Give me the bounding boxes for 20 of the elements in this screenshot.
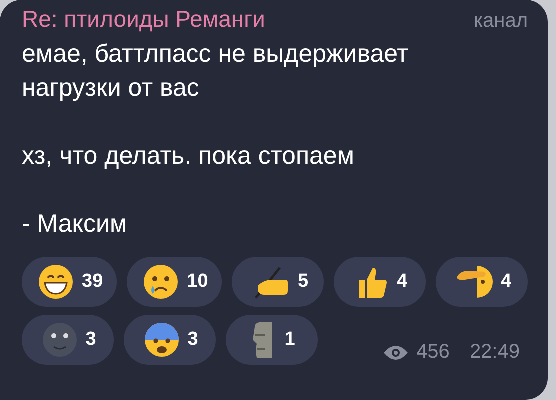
view-count: 456	[416, 341, 450, 364]
reaction-button[interactable]: 10	[127, 257, 222, 307]
reaction-button[interactable]: 4	[334, 257, 426, 307]
message-text: - Максим	[22, 209, 128, 240]
reaction-button[interactable]: 1	[226, 315, 318, 365]
eye-icon	[382, 344, 409, 360]
reaction-button[interactable]: 4	[436, 257, 528, 307]
reaction-button[interactable]: 39	[22, 257, 118, 307]
reaction-button[interactable]: 3	[22, 315, 114, 365]
message-time: 22:49	[470, 341, 520, 364]
reaction-button[interactable]: 3	[124, 315, 216, 365]
reply-title: Re: птилоиды Реманги	[22, 6, 266, 33]
reaction-button[interactable]: 5	[232, 257, 324, 307]
grinning-face-icon	[38, 264, 74, 300]
message-text: емае, баттлпасс не выдерживает нагрузки от вас	[22, 39, 410, 104]
message-text: хз, что делать. пока стопаем	[22, 141, 356, 172]
fearful-face-icon	[144, 322, 180, 358]
channel-label: канал	[474, 10, 528, 33]
crying-face-icon	[143, 264, 180, 300]
moon-face-icon	[42, 322, 78, 358]
